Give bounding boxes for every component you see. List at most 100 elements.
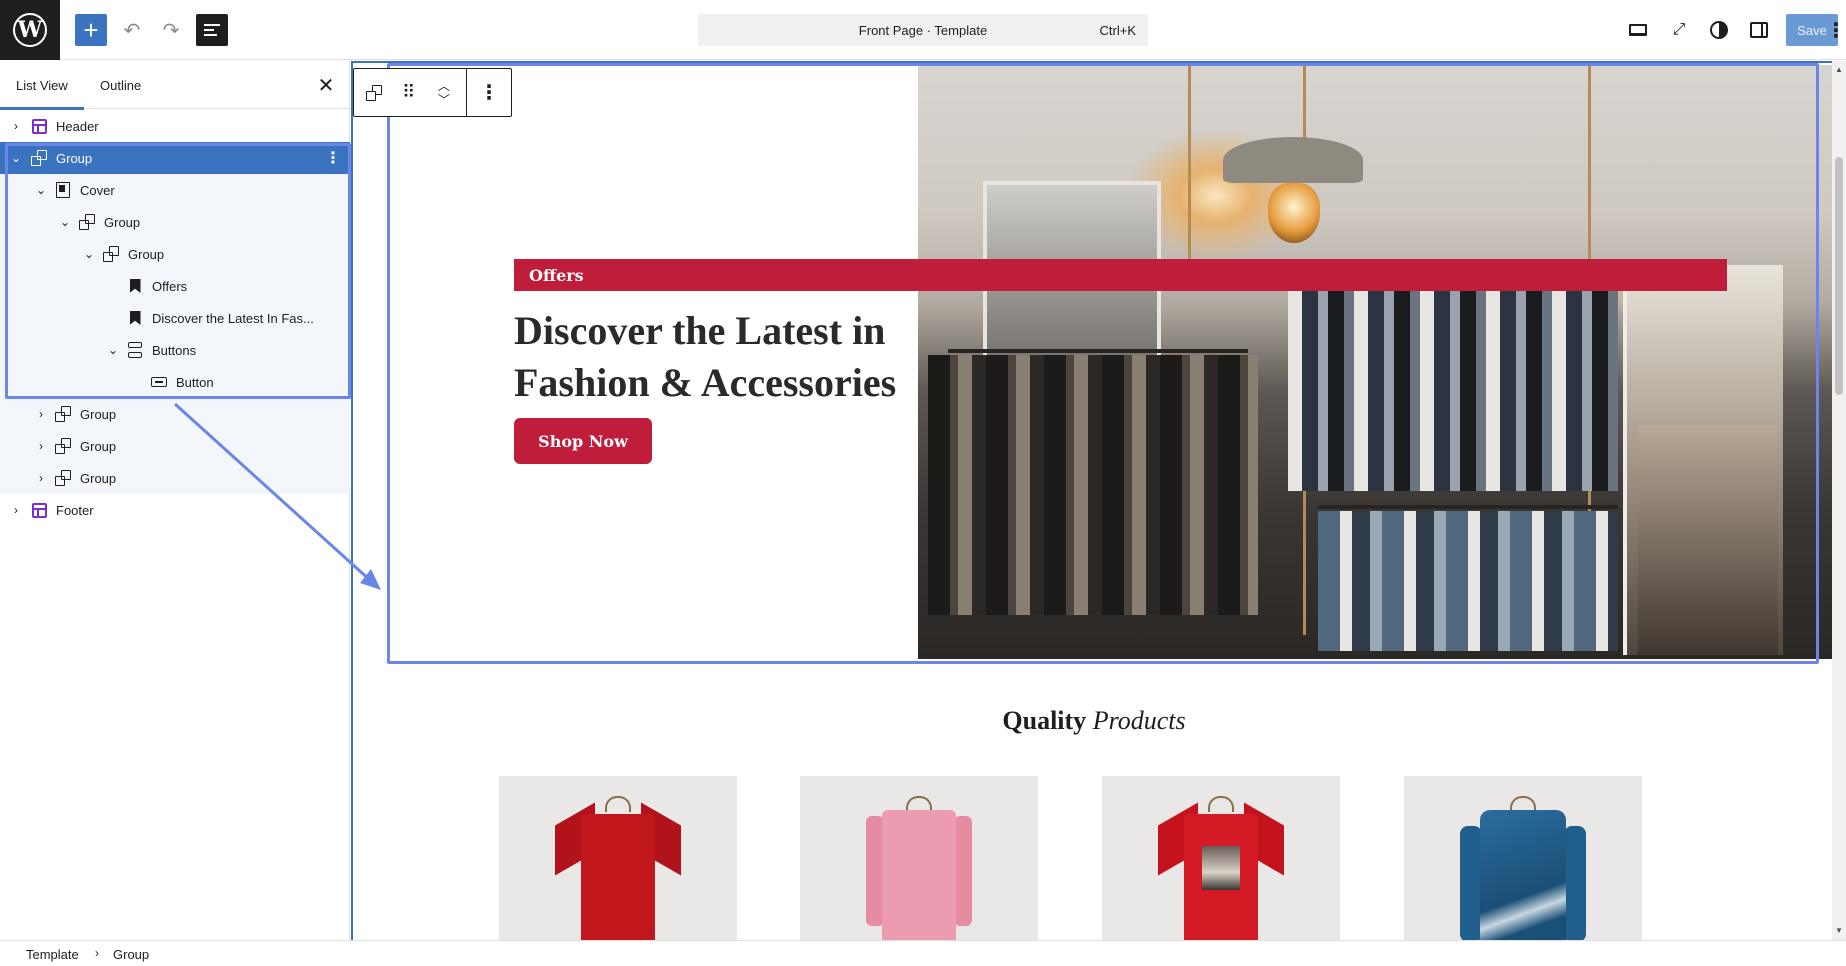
rope — [1188, 65, 1191, 285]
pink-coat-image — [854, 796, 984, 940]
template-part-icon — [31, 118, 47, 134]
section-title-italic: Products — [1092, 706, 1186, 735]
rope — [1303, 65, 1306, 145]
tree-item-label: Header — [56, 118, 99, 134]
hanging-clothes — [928, 355, 1258, 615]
section-title: Quality Products — [353, 706, 1835, 736]
product-card-red-tshirt[interactable] — [499, 776, 737, 940]
chevron-right-icon[interactable]: › — [10, 503, 22, 517]
tree-item-footer[interactable]: › Footer — [0, 494, 350, 526]
chevron-up-icon[interactable]: ︿ — [438, 79, 450, 93]
canvas-scrollbar[interactable]: ▲ ▼ — [1832, 61, 1846, 940]
product-card-red-graphic-tshirt[interactable] — [1102, 776, 1340, 940]
breadcrumb-item-template[interactable]: Template — [26, 947, 79, 962]
tree-item-label: Cover — [80, 182, 115, 198]
tree-item-label: Offers — [152, 278, 188, 294]
wordpress-logo-icon: W — [13, 13, 47, 47]
shop-now-button[interactable]: Shop Now — [514, 418, 652, 464]
group-icon — [103, 246, 119, 262]
heading-bookmark-icon — [127, 310, 143, 326]
chevron-right-icon: › — [95, 946, 99, 960]
tree-item-label: Buttons — [152, 342, 197, 358]
breadcrumb-item-group[interactable]: Group — [113, 947, 149, 962]
vertical-ellipsis-icon: ⋮ — [1826, 19, 1846, 42]
group-icon — [31, 150, 47, 166]
editor-canvas[interactable]: Offers Discover the Latest in Fashion & … — [351, 61, 1846, 940]
panel-tabs: List View Outline ✕ — [0, 61, 350, 110]
undo-button[interactable]: ↶ — [116, 14, 148, 46]
select-parent-button[interactable] — [354, 69, 394, 116]
chevron-down-icon[interactable]: ⌄ — [107, 343, 119, 357]
tree-item-group[interactable]: › Group — [0, 398, 350, 430]
sidebar-icon — [1750, 22, 1768, 38]
clothing-rack — [1318, 505, 1618, 509]
tree-item-button[interactable]: Button — [0, 366, 350, 398]
block-options-button[interactable]: ⋮ — [467, 69, 511, 116]
block-toolbar: ⠿ ︿ ﹀ ⋮ — [353, 68, 512, 117]
tree-item-group[interactable]: ⌄ Group — [0, 238, 350, 270]
tree-item-hero-heading[interactable]: Discover the Latest In Fas... — [0, 302, 350, 334]
group-icon — [79, 214, 95, 230]
tree-item-label: Group — [56, 150, 93, 166]
tree-item-label: Group — [80, 438, 117, 454]
tree-item-buttons[interactable]: ⌄ Buttons — [0, 334, 350, 366]
tree-item-group-selected[interactable]: ⌄ Group ⋮ — [0, 142, 350, 174]
chevron-right-icon[interactable]: › — [35, 407, 47, 421]
group-icon — [55, 438, 71, 454]
tree-item-group[interactable]: › Group — [0, 430, 350, 462]
tree-item-label: Button — [176, 374, 214, 390]
options-menu-button[interactable]: ⋮ — [1824, 14, 1846, 46]
scroll-thumb[interactable] — [1835, 157, 1843, 395]
template-part-icon — [31, 502, 47, 518]
product-card-blue-ski-jacket[interactable] — [1404, 776, 1642, 940]
hero-heading[interactable]: Discover the Latest in Fashion & Accesso… — [514, 305, 954, 409]
product-card-pink-coat[interactable] — [800, 776, 1038, 940]
vertical-ellipsis-icon[interactable]: ⋮ — [325, 148, 341, 168]
blue-ski-jacket-image — [1458, 796, 1588, 940]
tree-item-label: Group — [104, 214, 141, 230]
zoom-out-button[interactable]: ⤢ — [1663, 14, 1695, 46]
tree-item-label: Group — [80, 470, 117, 486]
drag-handle[interactable]: ⠿ — [394, 69, 422, 116]
tree-item-header[interactable]: › Header — [0, 110, 350, 142]
tab-list-view[interactable]: List View — [0, 61, 84, 110]
tree-item-label: Group — [80, 406, 117, 422]
redo-button[interactable]: ↷ — [155, 14, 187, 46]
laptop-icon — [1629, 24, 1647, 36]
chevron-down-icon[interactable]: ⌄ — [35, 183, 47, 197]
chevron-down-icon[interactable]: ﹀ — [438, 93, 450, 107]
device-preview-button[interactable] — [1622, 14, 1654, 46]
wordpress-logo-button[interactable]: W — [0, 0, 60, 60]
styles-button[interactable] — [1703, 14, 1735, 46]
tree-item-offers-heading[interactable]: Offers — [0, 270, 350, 302]
chevron-right-icon[interactable]: › — [35, 439, 47, 453]
vertical-ellipsis-icon: ⋮ — [479, 82, 500, 104]
chevron-down-icon[interactable]: ⌄ — [59, 215, 71, 229]
settings-sidebar-button[interactable] — [1743, 14, 1775, 46]
cover-block[interactable]: Offers Discover the Latest in Fashion & … — [383, 65, 1846, 659]
cover-icon — [55, 182, 71, 198]
command-palette-bar[interactable]: Front Page · Template Ctrl+K — [698, 14, 1148, 46]
block-inserter-button[interactable]: + — [75, 14, 107, 46]
tree-item-cover[interactable]: ⌄ Cover — [0, 174, 350, 206]
light-bulb — [1268, 183, 1320, 243]
section-title-bold: Quality — [1002, 706, 1087, 735]
scroll-up-icon[interactable]: ▲ — [1834, 65, 1844, 75]
pendant-lamp — [1223, 137, 1363, 183]
undo-icon: ↶ — [123, 19, 141, 42]
chevron-right-icon[interactable]: › — [10, 119, 22, 133]
document-overview-button[interactable] — [196, 14, 228, 46]
shopper — [1638, 425, 1778, 655]
chevron-right-icon[interactable]: › — [35, 471, 47, 485]
move-buttons: ︿ ﹀ — [422, 69, 468, 116]
tree-item-group[interactable]: › Group — [0, 462, 350, 494]
offers-heading[interactable]: Offers — [514, 259, 1727, 291]
close-icon[interactable]: ✕ — [316, 75, 336, 97]
rope — [1588, 65, 1591, 265]
chevron-down-icon[interactable]: ⌄ — [83, 247, 95, 261]
scroll-down-icon[interactable]: ▼ — [1834, 926, 1844, 936]
chevron-down-icon[interactable]: ⌄ — [10, 151, 22, 165]
tree-item-group[interactable]: ⌄ Group — [0, 206, 350, 238]
red-tshirt-image — [553, 796, 683, 940]
tab-outline[interactable]: Outline — [100, 61, 141, 109]
